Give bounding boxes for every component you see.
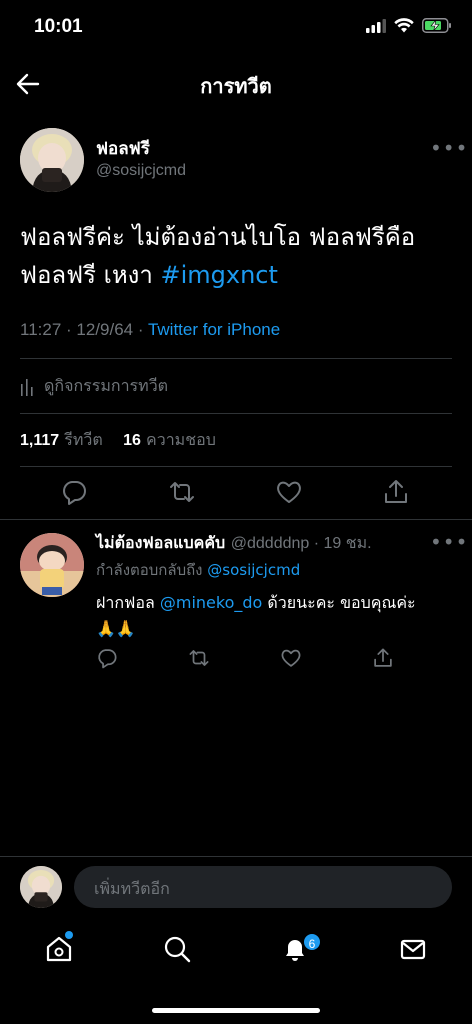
divider	[20, 413, 452, 414]
retweet-count-link[interactable]: 1,117 รีทวีต	[20, 430, 103, 449]
reply-time: 19 ชม.	[323, 535, 372, 552]
reply-emoji: 🙏🙏	[96, 619, 136, 638]
reply-more-options-icon[interactable]: •••	[430, 530, 468, 554]
replying-to-handle[interactable]: @sosijcjcmd	[207, 561, 300, 579]
activity-label: ดูกิจกรรมการทวีต	[44, 376, 169, 395]
wifi-icon	[394, 18, 414, 33]
back-arrow-icon[interactable]	[14, 70, 42, 98]
like-count-link[interactable]: 16 ความชอบ	[123, 430, 216, 449]
compose-avatar-image	[20, 866, 62, 908]
analytics-icon	[21, 378, 33, 396]
reply-author-avatar[interactable]	[20, 533, 84, 597]
more-options-icon[interactable]: •••	[430, 136, 468, 160]
author-name[interactable]: ฟอลฟรี	[96, 135, 150, 162]
reply-text: ฝากฟอล @mineko_do ด้วยนะคะ ขอบคุณค่ะ 🙏🙏	[96, 590, 456, 642]
retweet-label: รีทวีต	[64, 430, 103, 449]
reply-icon[interactable]	[60, 478, 88, 506]
messages-envelope-icon[interactable]	[398, 934, 428, 964]
retweet-icon[interactable]	[168, 478, 196, 506]
like-count: 16	[123, 432, 141, 449]
tweet-date: 12/9/64	[76, 320, 134, 339]
reply-share-icon[interactable]	[372, 647, 394, 669]
reply-author-line: ไม่ต้องฟอลแบคคับ @dddddnp · 19 ชม.	[96, 531, 372, 556]
view-tweet-activity[interactable]: ดูกิจกรรมการทวีต	[20, 374, 168, 399]
search-icon[interactable]	[162, 934, 192, 964]
cellular-signal-icon	[366, 18, 386, 33]
reply-like-heart-icon[interactable]	[280, 647, 302, 669]
divider	[0, 519, 472, 520]
home-indicator[interactable]	[152, 1008, 320, 1013]
author-avatar[interactable]	[20, 128, 84, 192]
status-time: 10:01	[34, 16, 83, 37]
separator: ·	[309, 535, 324, 552]
status-icons	[366, 18, 452, 33]
replying-to-label: กำลังตอบกลับถึง	[96, 561, 203, 579]
replying-to: กำลังตอบกลับถึง @sosijcjcmd	[96, 558, 300, 582]
divider	[20, 466, 452, 467]
like-label: ความชอบ	[146, 430, 216, 449]
mention-link[interactable]: @mineko_do	[160, 593, 262, 612]
reply-reply-icon[interactable]	[96, 647, 118, 669]
tweet-text-line2: ฟอลฟรี เหงา	[20, 261, 161, 289]
compose-divider	[0, 856, 472, 857]
tweet-text-line1: ฟอลฟรีค่ะ ไม่ต้องอ่านไบโอ ฟอลฟรีคือ	[20, 223, 416, 251]
engagement-counts: 1,117 รีทวีต 16 ความชอบ	[20, 428, 216, 453]
reply-text-suffix: ด้วยนะคะ ขอบคุณค่ะ	[262, 593, 416, 612]
reply-author-handle[interactable]: @dddddnp	[231, 535, 310, 552]
tweet-text: ฟอลฟรีค่ะ ไม่ต้องอ่านไบโอ ฟอลฟรีคือ ฟอลฟ…	[20, 218, 460, 294]
divider	[20, 358, 452, 359]
reply-retweet-icon[interactable]	[188, 647, 210, 669]
reply-author-name[interactable]: ไม่ต้องฟอลแบคคับ	[96, 533, 225, 552]
page-title: การทวีต	[200, 74, 272, 98]
tweet-meta: 11:27 · 12/9/64 · Twitter for iPhone	[20, 320, 281, 339]
reply-avatar-image	[20, 533, 84, 597]
tweet-source-link[interactable]: Twitter for iPhone	[148, 320, 280, 339]
hashtag-link[interactable]: #imgxnct	[160, 261, 277, 289]
share-icon[interactable]	[382, 478, 410, 506]
tweet-time: 11:27	[20, 320, 62, 339]
retweet-count: 1,117	[20, 432, 60, 449]
author-handle[interactable]: @sosijcjcmd	[96, 162, 186, 180]
add-another-tweet-input[interactable]: เพิ่มทวีตอีก	[74, 866, 452, 908]
reply-text-prefix: ฝากฟอล	[96, 593, 160, 612]
avatar-image	[20, 128, 84, 192]
compose-avatar	[20, 866, 62, 908]
notification-badge: 6	[302, 932, 322, 952]
battery-charging-icon	[422, 18, 451, 33]
like-heart-icon[interactable]	[275, 478, 303, 506]
home-unread-dot	[65, 931, 73, 939]
